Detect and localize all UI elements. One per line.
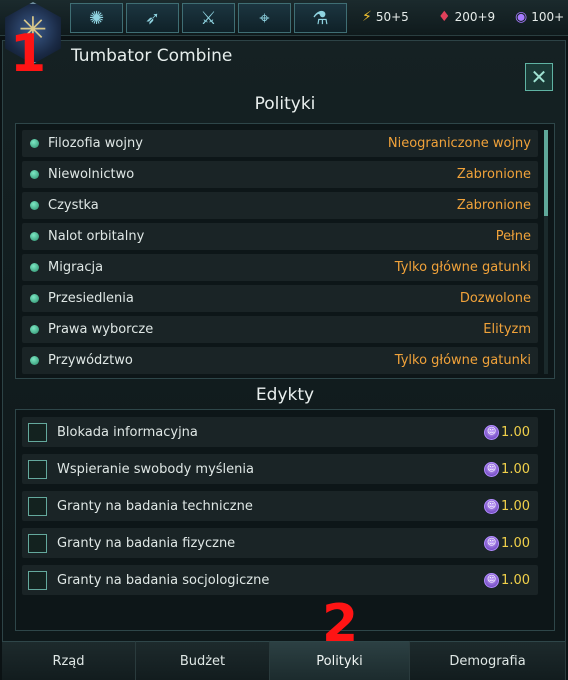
tab-rzad[interactable]: Rząd bbox=[2, 641, 136, 680]
minerals-icon: ♦ bbox=[438, 9, 451, 25]
policy-bullet-icon bbox=[30, 294, 39, 303]
panel-tabs: Rząd Budżet Polityki Demografia bbox=[2, 641, 566, 680]
policy-value[interactable]: Zabronione bbox=[457, 167, 531, 182]
policy-value[interactable]: Tylko główne gatunki bbox=[395, 353, 531, 368]
scrollbar-thumb[interactable] bbox=[544, 130, 548, 216]
edict-cost-value: 1.00 bbox=[501, 498, 530, 514]
policy-name: Migracja bbox=[48, 260, 104, 275]
influence-resource[interactable]: ◉ 100+ bbox=[515, 9, 564, 25]
policy-row[interactable]: Prawa wyborcze Elityzm bbox=[22, 316, 538, 343]
policy-row[interactable]: Przywództwo Tylko główne gatunki bbox=[22, 347, 538, 374]
policy-bullet-icon bbox=[30, 356, 39, 365]
tab-demografia[interactable]: Demografia bbox=[410, 641, 566, 680]
edict-cost: ☺ 1.00 bbox=[484, 424, 530, 440]
influence-icon: ☺ bbox=[484, 535, 500, 551]
edict-cost: ☺ 1.00 bbox=[484, 572, 530, 588]
minerals-value: 200+9 bbox=[454, 10, 496, 24]
policy-row[interactable]: Przesiedlenia Dozwolone bbox=[22, 285, 538, 312]
policy-value[interactable]: Dozwolone bbox=[460, 291, 531, 306]
policy-value[interactable]: Zabronione bbox=[457, 198, 531, 213]
map-icon[interactable]: ⌖ bbox=[238, 3, 291, 33]
edict-checkbox[interactable] bbox=[28, 533, 47, 553]
policies-title: Polityki bbox=[254, 94, 316, 114]
energy-icon: ⚡ bbox=[362, 9, 372, 25]
policy-name: Nalot orbitalny bbox=[48, 229, 145, 244]
tab-budzet[interactable]: Budżet bbox=[136, 641, 270, 680]
annotation-marker-2: 2 bbox=[322, 594, 359, 654]
policy-bullet-icon bbox=[30, 325, 39, 334]
panel-title: Tumbator Combine bbox=[71, 46, 233, 66]
edict-cost-value: 1.00 bbox=[501, 535, 530, 551]
policies-list: Filozofia wojny Nieograniczone wojny Nie… bbox=[15, 123, 555, 379]
policy-row[interactable]: Filozofia wojny Nieograniczone wojny bbox=[22, 130, 538, 157]
policy-name: Przywództwo bbox=[48, 353, 133, 368]
influence-icon: ☺ bbox=[484, 461, 500, 477]
edict-row[interactable]: Granty na badania fizyczne ☺ 1.00 bbox=[22, 528, 538, 558]
policy-value[interactable]: Pełne bbox=[496, 229, 531, 244]
influence-icon: ☺ bbox=[484, 572, 500, 588]
policy-value[interactable]: Tylko główne gatunki bbox=[395, 260, 531, 275]
ships-icon[interactable]: ➶ bbox=[126, 3, 179, 33]
policy-bullet-icon bbox=[30, 201, 39, 210]
influence-icon: ☺ bbox=[484, 498, 500, 514]
influence-icon: ◉ bbox=[515, 9, 528, 25]
policy-row[interactable]: Nalot orbitalny Pełne bbox=[22, 223, 538, 250]
edicts-list: Blokada informacyjna ☺ 1.00 Wspieranie s… bbox=[15, 409, 555, 631]
edict-name: Granty na badania fizyczne bbox=[57, 535, 236, 551]
edict-cost-value: 1.00 bbox=[501, 461, 530, 477]
edict-cost: ☺ 1.00 bbox=[484, 461, 530, 477]
edict-checkbox[interactable] bbox=[28, 570, 47, 590]
government-panel: Tumbator Combine ✕ Polityki Filozofia wo… bbox=[2, 40, 566, 680]
policy-bullet-icon bbox=[30, 170, 39, 179]
army-icon[interactable]: ⚔ bbox=[182, 3, 235, 33]
galaxy-icon[interactable]: ✺ bbox=[70, 3, 123, 33]
edict-checkbox[interactable] bbox=[28, 496, 47, 516]
policy-value[interactable]: Nieograniczone wojny bbox=[388, 136, 531, 151]
policy-bullet-icon bbox=[30, 263, 39, 272]
policy-value[interactable]: Elityzm bbox=[483, 322, 531, 337]
edict-cost-value: 1.00 bbox=[501, 572, 530, 588]
edict-cost: ☺ 1.00 bbox=[484, 498, 530, 514]
annotation-marker-1: 1 bbox=[10, 24, 47, 84]
edict-name: Blokada informacyjna bbox=[57, 424, 198, 440]
policy-name: Niewolnictwo bbox=[48, 167, 135, 182]
close-button[interactable]: ✕ bbox=[525, 63, 553, 91]
edicts-title: Edykty bbox=[255, 385, 315, 405]
minerals-resource[interactable]: ♦ 200+9 bbox=[438, 9, 495, 25]
edict-name: Granty na badania techniczne bbox=[57, 498, 253, 514]
edict-row[interactable]: Blokada informacyjna ☺ 1.00 bbox=[22, 417, 538, 447]
policy-name: Prawa wyborcze bbox=[48, 322, 154, 337]
top-resource-bar: ✺ ➶ ⚔ ⌖ ⚗ ⚡ 50+5 ♦ 200+9 ◉ 100+ bbox=[0, 0, 568, 36]
edict-cost: ☺ 1.00 bbox=[484, 535, 530, 551]
policy-name: Czystka bbox=[48, 198, 99, 213]
energy-value: 50+5 bbox=[375, 10, 409, 24]
research-flasks-icon[interactable]: ⚗ bbox=[294, 3, 347, 33]
edict-row[interactable]: Granty na badania techniczne ☺ 1.00 bbox=[22, 491, 538, 521]
edict-name: Wspieranie swobody myślenia bbox=[57, 461, 254, 477]
policy-row[interactable]: Czystka Zabronione bbox=[22, 192, 538, 219]
close-icon: ✕ bbox=[530, 65, 548, 89]
policy-name: Przesiedlenia bbox=[48, 291, 134, 306]
policy-bullet-icon bbox=[30, 232, 39, 241]
influence-icon: ☺ bbox=[484, 424, 500, 440]
policy-row[interactable]: Migracja Tylko główne gatunki bbox=[22, 254, 538, 281]
policy-name: Filozofia wojny bbox=[48, 136, 143, 151]
policy-row[interactable]: Niewolnictwo Zabronione bbox=[22, 161, 538, 188]
policy-bullet-icon bbox=[30, 139, 39, 148]
edict-row[interactable]: Granty na badania socjologiczne ☺ 1.00 bbox=[22, 565, 538, 595]
edict-cost-value: 1.00 bbox=[501, 424, 530, 440]
edict-row[interactable]: Wspieranie swobody myślenia ☺ 1.00 bbox=[22, 454, 538, 484]
edict-name: Granty na badania socjologiczne bbox=[57, 572, 270, 588]
edict-checkbox[interactable] bbox=[28, 459, 47, 479]
influence-value: 100+ bbox=[531, 10, 565, 24]
energy-resource[interactable]: ⚡ 50+5 bbox=[362, 9, 409, 25]
policies-scrollbar[interactable] bbox=[544, 130, 548, 374]
edict-checkbox[interactable] bbox=[28, 422, 47, 442]
